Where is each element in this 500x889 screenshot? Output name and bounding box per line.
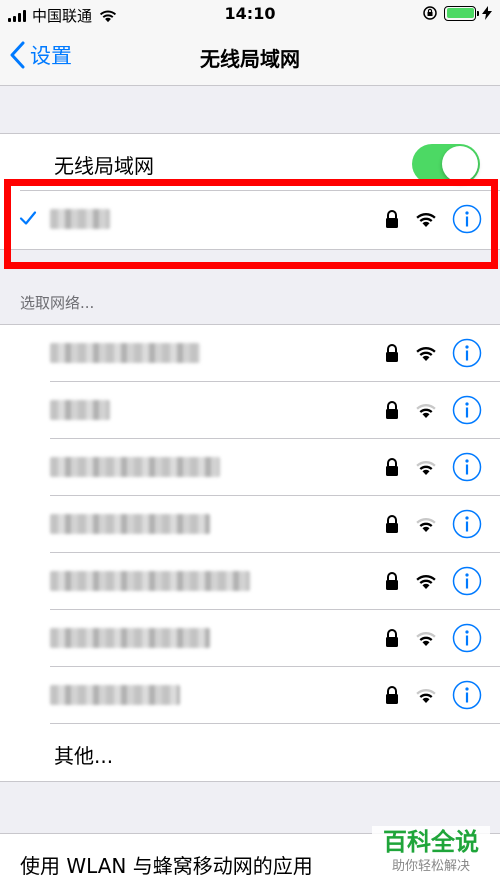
lock-icon <box>386 401 398 419</box>
network-row[interactable] <box>0 496 500 553</box>
network-row[interactable] <box>0 325 500 382</box>
wifi-strong-icon <box>416 346 436 361</box>
status-bar: 中国联通 14:10 <box>0 0 500 28</box>
network-name-obscured <box>50 209 110 229</box>
connected-network-row[interactable] <box>0 191 500 249</box>
lock-icon <box>386 210 398 228</box>
network-name-obscured <box>50 457 220 477</box>
watermark-title: 百科全说 <box>383 828 479 856</box>
info-icon[interactable] <box>452 395 482 425</box>
network-icons <box>384 566 482 596</box>
charging-icon <box>482 6 492 20</box>
battery-icon <box>444 5 479 21</box>
status-right <box>422 5 492 21</box>
network-name-obscured <box>50 400 110 420</box>
network-row[interactable] <box>0 382 500 439</box>
lock-icon <box>386 686 398 704</box>
network-row[interactable] <box>0 610 500 667</box>
network-name-obscured <box>50 343 200 363</box>
lock-icon <box>386 344 398 362</box>
network-icons <box>384 204 482 234</box>
info-icon[interactable] <box>452 338 482 368</box>
info-icon[interactable] <box>452 204 482 234</box>
checkmark-icon <box>19 211 37 225</box>
choose-network-header: 选取网络... <box>20 294 95 312</box>
wlan-toggle-switch[interactable] <box>412 144 480 184</box>
orientation-lock-icon <box>423 6 437 20</box>
network-icons <box>384 395 482 425</box>
wlan-group: 无线局域网 <box>0 133 500 250</box>
lock-icon <box>386 572 398 590</box>
apps-using-wlan-label: 使用 WLAN 与蜂窝移动网的应用 <box>20 854 313 878</box>
network-icons <box>384 338 482 368</box>
network-row[interactable] <box>0 553 500 610</box>
networks-group: 其他... <box>0 324 500 782</box>
page-title: 无线局域网 <box>200 47 300 71</box>
network-row[interactable] <box>0 667 500 724</box>
navigation-bar: 设置 无线局域网 <box>0 28 500 86</box>
network-icons <box>384 509 482 539</box>
lock-icon <box>386 458 398 476</box>
wifi-medium-icon <box>416 631 436 646</box>
watermark-subtitle: 助你轻松解决 <box>391 859 470 874</box>
info-icon[interactable] <box>452 509 482 539</box>
wifi-medium-icon <box>416 460 436 475</box>
network-name-obscured <box>50 628 210 648</box>
wlan-toggle-row: 无线局域网 <box>0 134 500 191</box>
info-icon[interactable] <box>452 623 482 653</box>
wifi-medium-icon <box>416 403 436 418</box>
network-row[interactable] <box>0 439 500 496</box>
info-icon[interactable] <box>452 680 482 710</box>
wifi-medium-icon <box>416 688 436 703</box>
lock-icon <box>386 629 398 647</box>
other-network-row[interactable]: 其他... <box>0 724 500 781</box>
info-icon[interactable] <box>452 566 482 596</box>
network-icons <box>384 680 482 710</box>
info-icon[interactable] <box>452 452 482 482</box>
network-name-obscured <box>50 685 180 705</box>
watermark-logo: 百科全说 助你轻松解决 <box>372 826 490 882</box>
network-icons <box>384 452 482 482</box>
other-network-label: 其他... <box>54 744 114 768</box>
wlan-toggle-label: 无线局域网 <box>54 154 154 178</box>
wifi-medium-icon <box>416 517 436 532</box>
wifi-strong-icon <box>416 574 436 589</box>
lock-icon <box>386 515 398 533</box>
network-name-obscured <box>50 514 210 534</box>
network-icons <box>384 623 482 653</box>
wifi-strong-icon <box>416 212 436 227</box>
network-name-obscured <box>50 571 250 591</box>
